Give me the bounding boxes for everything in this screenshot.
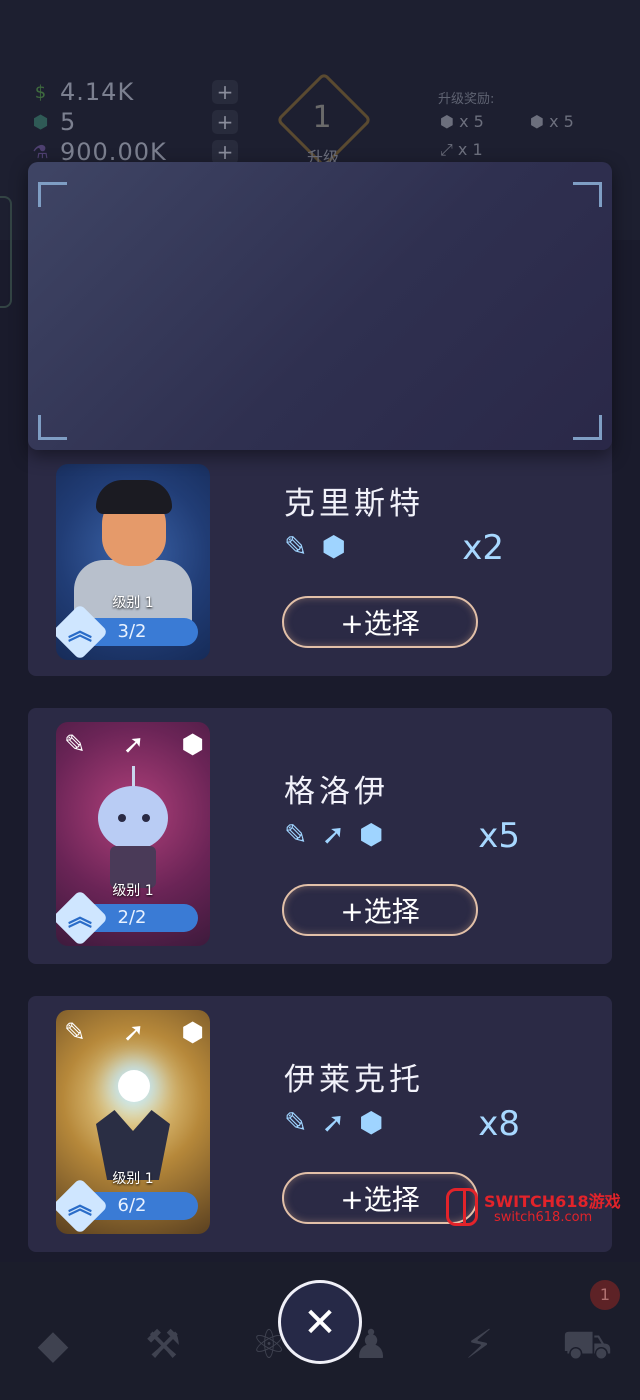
rank-chevron-icon: ︽ [68,617,92,645]
cubes-icon: ⬢ [321,530,346,563]
gems-value: 5 [60,108,77,136]
syringe-icon: ✎ [64,1018,86,1048]
card-ability-icons: ✎ ➚ ⬢ [64,1018,204,1048]
syringe-icon: ✎ [284,530,308,563]
reward-item: ⬢ x 5 [530,112,574,131]
robot-head [98,786,168,850]
frame-corner [573,415,602,440]
robot-antenna [132,766,135,788]
character-multiplier: x2 [462,528,504,568]
add-flask-button[interactable]: + [212,140,238,164]
switch-logo-icon [446,1188,478,1226]
character-name: 伊莱克托 [284,1062,424,1098]
money-resource: $ 4.14K [32,78,134,106]
frame-corner [38,182,67,207]
gems-resource: ⬢ 5 [32,108,76,136]
character-panel: 级别 1 3/2 ︽ 克里斯特 ✎ ⬢ x2 +选择 [28,420,612,676]
ability-icons: ✎ ⬢ [284,530,346,563]
cart-nav-icon[interactable]: ⛟ [560,1318,614,1372]
cubes-icon: ⬢ [181,730,204,760]
portrait-hair [96,480,172,514]
rank-chevron-icon: ︽ [68,1191,92,1219]
select-button[interactable]: +选择 [282,884,478,936]
gem-icon: ⬢ [530,112,544,131]
character-multiplier: x5 [478,816,520,856]
gem-icon: ⬢ [440,112,454,131]
ability-icons: ✎ ➚ ⬢ [284,1106,383,1139]
character-name: 克里斯特 [284,486,424,522]
lightning-nav-icon[interactable]: ⚡ [452,1318,506,1372]
side-panel-edge [0,196,12,308]
energy-orb [118,1070,150,1102]
reward-item: ⬢ x 5 [440,112,484,131]
watermark-url: switch618.com [494,1210,593,1225]
frame-corner [38,415,67,440]
character-multiplier: x8 [478,1104,520,1144]
notification-badge: 1 [590,1280,620,1310]
crystal-nav-icon[interactable]: ◆ [26,1318,80,1372]
hammer-nav-icon[interactable]: ⚒ [136,1318,190,1372]
character-card[interactable]: ✎ ➚ ⬢ 级别 1 2/2 ︽ [56,722,210,946]
cubes-icon: ⬢ [358,1106,384,1139]
select-button[interactable]: +选择 [282,596,478,648]
cubes-icon: ⬢ [358,818,384,851]
robot-eye [142,814,150,822]
rank-chevron-icon: ︽ [68,903,92,931]
watermark: SWITCH618游戏 switch618.com [446,1186,630,1228]
level-number: 1 [312,100,332,135]
arrow-icon: ➚ [321,818,345,851]
add-money-button[interactable]: + [212,80,238,104]
arrow-icon: ➚ [122,730,145,760]
card-ability-icons: ✎ ➚ ⬢ [64,730,204,760]
character-name: 格洛伊 [284,774,389,810]
reward-title: 升级奖励: [438,92,495,107]
arrow-icon: ➚ [321,1106,345,1139]
resize-icon: ⤢ [440,140,453,159]
ability-icons: ✎ ➚ ⬢ [284,818,383,851]
character-card[interactable]: 级别 1 3/2 ︽ [56,464,210,660]
reward-item: ⤢ x 1 [440,140,483,159]
character-card[interactable]: ✎ ➚ ⬢ 级别 1 6/2 ︽ [56,1010,210,1234]
money-value: 4.14K [60,78,135,106]
syringe-icon: ✎ [284,1106,308,1139]
arrow-icon: ➚ [122,1018,145,1048]
character-panel: ✎ ➚ ⬢ 级别 1 2/2 ︽ 格洛伊 ✎ ➚ ⬢ x5 +选择 [28,708,612,964]
frame-corner [573,182,602,207]
watermark-title: SWITCH618游戏 [484,1192,621,1211]
add-gems-button[interactable]: + [212,110,238,134]
flask-icon: ⚗ [32,141,50,163]
modal-header-frame [28,162,612,450]
syringe-icon: ✎ [284,818,308,851]
close-button[interactable]: ✕ [278,1280,362,1364]
robot-eye [118,814,126,822]
dollar-icon: $ [34,81,48,103]
cubes-icon: ⬢ [181,1018,204,1048]
gem-icon: ⬢ [32,111,50,133]
syringe-icon: ✎ [64,730,86,760]
